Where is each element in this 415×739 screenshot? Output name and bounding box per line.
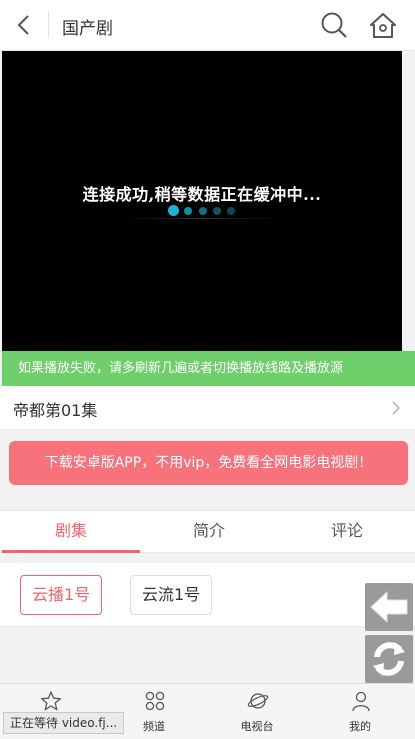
nav-item-tv[interactable]: 电视台 xyxy=(207,684,307,739)
source-button-yunliu1[interactable]: 云流1号 xyxy=(130,575,213,615)
player-loading-text: 连接成功,稍等数据正在缓冲中... xyxy=(82,185,322,204)
loading-status-text: 正在等待 video.fj... xyxy=(3,712,125,734)
loading-spinner xyxy=(168,205,248,217)
banner-area: 下载安卓版APP，不用vip，免费看全网电影电视剧！ xyxy=(0,430,415,510)
nav-label: 电视台 xyxy=(240,720,274,733)
playback-notice: 如果播放失败，请多刷新几遍或者切换播放线路及播放源 xyxy=(2,351,415,386)
tab-synopsis[interactable]: 简介 xyxy=(140,511,278,553)
star-icon xyxy=(41,691,61,711)
search-icon[interactable] xyxy=(320,11,348,39)
nav-label: 我的 xyxy=(349,720,371,733)
tab-comments[interactable]: 评论 xyxy=(278,511,415,553)
home-icon[interactable] xyxy=(368,11,398,39)
video-player[interactable]: 连接成功,稍等数据正在缓冲中... xyxy=(2,51,402,351)
nav-item-mine[interactable]: 我的 xyxy=(310,684,410,739)
loading-glow-line xyxy=(122,218,282,219)
user-icon xyxy=(352,691,370,712)
download-app-banner[interactable]: 下载安卓版APP，不用vip，免费看全网电影电视剧！ xyxy=(9,441,408,485)
header-divider xyxy=(48,12,49,38)
source-button-yunbo1[interactable]: 云播1号 xyxy=(20,575,103,615)
back-arrow-icon[interactable] xyxy=(12,13,36,37)
episode-row[interactable]: 帝都第01集 xyxy=(0,386,415,430)
refresh-float-button[interactable] xyxy=(365,635,413,683)
tab-episodes[interactable]: 剧集 xyxy=(2,511,140,553)
page-title: 国产剧 xyxy=(62,19,113,39)
arrow-left-icon xyxy=(370,590,408,624)
episode-title: 帝都第01集 xyxy=(13,401,98,420)
chevron-right-icon xyxy=(392,401,401,415)
top-bar: 国产剧 xyxy=(0,0,415,51)
planet-icon xyxy=(247,693,269,709)
channel-grid-icon xyxy=(145,691,165,711)
source-list: 云播1号 云流1号 xyxy=(0,563,415,627)
back-float-button[interactable] xyxy=(365,583,413,631)
tab-bar: 剧集 简介 评论 xyxy=(0,510,415,553)
refresh-icon xyxy=(373,642,405,676)
